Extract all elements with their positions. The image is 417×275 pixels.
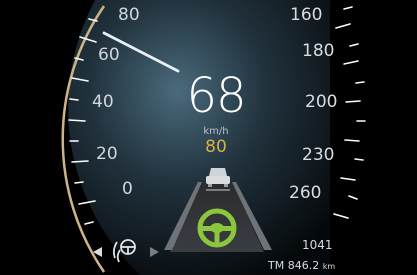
right-scale-label-180: 180 <box>302 41 335 61</box>
current-speed-readout: 68 <box>186 68 246 124</box>
trip-unit: km <box>322 262 336 271</box>
speed-label-80: 80 <box>118 5 140 25</box>
trip-meter: TM 846.2 km <box>268 260 335 271</box>
right-scale-label-260: 260 <box>289 183 322 203</box>
right-scale-ticks <box>333 6 366 219</box>
right-scale-label-230: 230 <box>302 145 335 165</box>
speed-unit-label: km/h <box>203 126 229 137</box>
instrument-cluster: 80 60 40 20 0 160 180 200 230 260 68 km/… <box>0 0 417 275</box>
right-scale-label-160: 160 <box>290 5 323 25</box>
right-scale-label-200: 200 <box>305 92 338 112</box>
speed-label-40: 40 <box>92 92 114 112</box>
cruise-set-speed: 80 <box>205 137 227 157</box>
trip-value: 846.2 <box>287 259 320 272</box>
odometer-value: 1041 <box>302 238 333 252</box>
speed-label-60: 60 <box>98 45 120 65</box>
speed-label-0: 0 <box>122 179 133 199</box>
trip-prefix: TM <box>268 259 285 272</box>
speed-label-20: 20 <box>96 144 118 164</box>
